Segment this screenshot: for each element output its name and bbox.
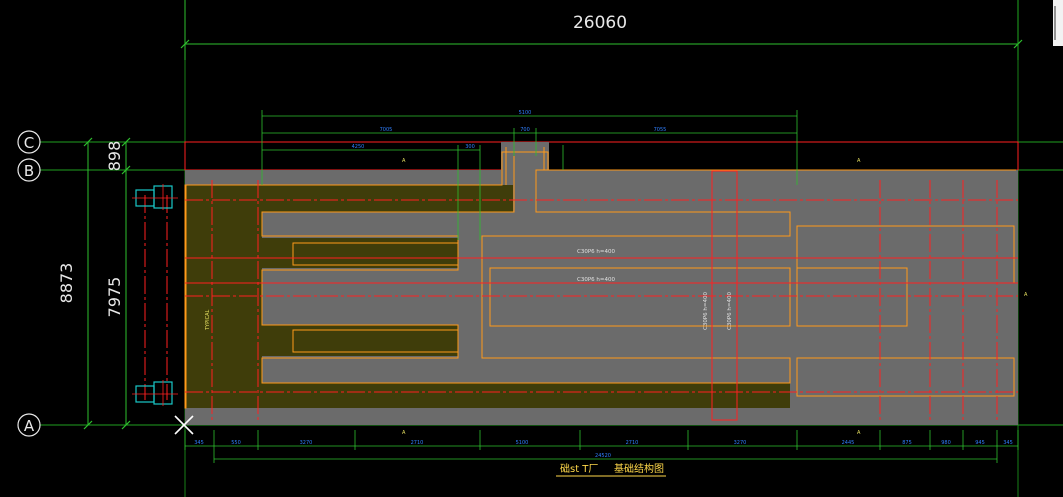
- svg-text:300: 300: [465, 144, 475, 150]
- top-notch: [501, 142, 549, 170]
- upper-boundary-outline: [184, 141, 1019, 171]
- svg-text:550: 550: [231, 440, 241, 446]
- svg-text:2445: 2445: [842, 440, 855, 446]
- overall-width-dimension: 26060: [180, 0, 1023, 60]
- axis-label-c: C: [24, 134, 34, 152]
- svg-text:7005: 7005: [380, 127, 393, 133]
- overall-height-text: 8873: [57, 263, 76, 304]
- svg-text:4250: 4250: [352, 144, 365, 150]
- svg-text:C30P6 h=400: C30P6 h=400: [703, 292, 709, 330]
- svg-text:345: 345: [1003, 440, 1013, 446]
- axis-bubble-a[interactable]: A: [17, 413, 41, 437]
- svg-text:5100: 5100: [519, 110, 532, 116]
- axis-bubble-c[interactable]: C: [17, 130, 41, 154]
- svg-text:24520: 24520: [595, 453, 611, 459]
- overall-width-text: 26060: [573, 13, 627, 33]
- svg-text:980: 980: [941, 440, 951, 446]
- left-dimensions: 8873 7975 898: [57, 137, 131, 430]
- svg-text:875: 875: [902, 440, 912, 446]
- axis-bubble-b[interactable]: B: [17, 158, 41, 182]
- svg-text:945: 945: [975, 440, 985, 446]
- axis-label-b: B: [24, 162, 34, 180]
- cad-drawing-canvas[interactable]: 26060 C B A 8873 7975 898 5100 7005 7055…: [0, 0, 1063, 497]
- svg-text:A: A: [402, 158, 406, 164]
- svg-text:C30P6 h=400: C30P6 h=400: [577, 249, 615, 255]
- svg-text:A: A: [857, 158, 861, 164]
- svg-text:A: A: [402, 430, 406, 436]
- svg-text:2710: 2710: [411, 440, 424, 446]
- svg-text:345: 345: [194, 440, 204, 446]
- svg-text:7055: 7055: [654, 127, 667, 133]
- svg-text:C30P6 h=400: C30P6 h=400: [577, 277, 615, 283]
- drawing-title-text: 础st T厂: [560, 463, 598, 475]
- axis-label-a: A: [24, 417, 35, 435]
- svg-text:基础结构图: 基础结构图: [614, 462, 664, 475]
- svg-text:5100: 5100: [516, 440, 529, 446]
- drawing-title: 础st T厂 基础结构图: [556, 462, 666, 477]
- svg-text:A: A: [857, 430, 861, 436]
- column-cap-centerlines: [132, 184, 178, 406]
- inner-height-text: 7975: [105, 277, 124, 318]
- svg-text:700: 700: [520, 127, 530, 133]
- svg-text:2710: 2710: [626, 440, 639, 446]
- svg-text:C30P6 h=400: C30P6 h=400: [727, 292, 733, 330]
- svg-text:A: A: [1024, 292, 1028, 298]
- svg-text:3270: 3270: [300, 440, 313, 446]
- svg-text:TYPICAL: TYPICAL: [205, 309, 211, 331]
- top-offset-text: 898: [105, 141, 124, 172]
- bottom-dimension-values: 345 550 3270 2710 5100 2710 3270 2445 87…: [194, 440, 1013, 459]
- svg-text:3270: 3270: [734, 440, 747, 446]
